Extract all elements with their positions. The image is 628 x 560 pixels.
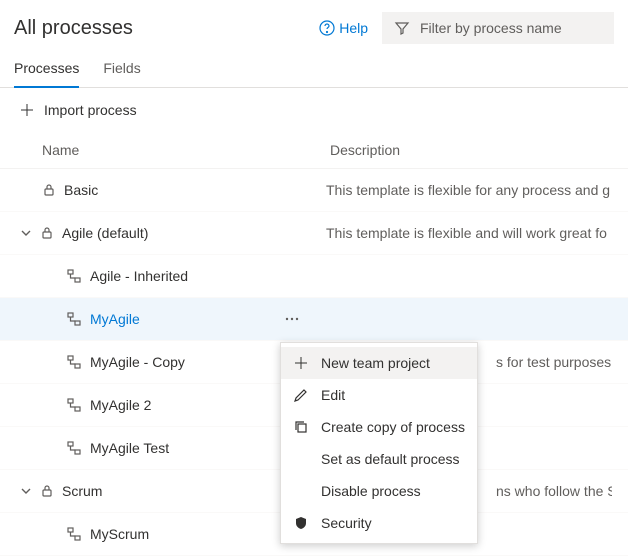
process-name: MyAgile 2 xyxy=(90,397,151,413)
table-header: Name Description xyxy=(0,132,628,169)
menu-new-team-project[interactable]: New team project xyxy=(281,347,477,379)
filter-input[interactable]: Filter by process name xyxy=(382,12,614,44)
plus-icon xyxy=(20,103,34,117)
more-actions-button[interactable] xyxy=(280,307,304,331)
tab-fields[interactable]: Fields xyxy=(103,56,140,87)
context-menu: New team project Edit Create copy of pro… xyxy=(280,342,478,544)
process-name: Scrum xyxy=(62,483,102,499)
plus-icon xyxy=(293,355,309,371)
help-label: Help xyxy=(339,20,368,36)
tabs: Processes Fields xyxy=(0,48,628,88)
inherit-icon xyxy=(66,440,82,456)
import-process-button[interactable]: Import process xyxy=(0,88,628,132)
inherit-icon xyxy=(66,397,82,413)
process-name: Agile (default) xyxy=(62,225,148,241)
menu-label: Security xyxy=(321,515,372,531)
lock-icon xyxy=(42,183,56,197)
process-desc: This template is flexible for any proces… xyxy=(326,182,612,198)
help-link[interactable]: Help xyxy=(319,20,368,36)
menu-security[interactable]: Security xyxy=(281,507,477,539)
menu-label: Edit xyxy=(321,387,345,403)
inherit-icon xyxy=(66,354,82,370)
table-row[interactable]: Basic This template is flexible for any … xyxy=(0,169,628,212)
chevron-down-icon[interactable] xyxy=(20,227,32,239)
process-name: MyScrum xyxy=(90,526,149,542)
process-name: Basic xyxy=(64,182,98,198)
chevron-down-icon[interactable] xyxy=(20,485,32,497)
inherit-icon xyxy=(66,311,82,327)
more-icon xyxy=(285,317,299,321)
page-title: All processes xyxy=(14,17,319,40)
lock-icon xyxy=(40,484,54,498)
col-description: Description xyxy=(330,142,400,158)
process-name[interactable]: MyAgile xyxy=(90,311,140,327)
menu-label: New team project xyxy=(321,355,430,371)
menu-label: Set as default process xyxy=(321,451,460,467)
filter-icon xyxy=(394,20,410,36)
process-name: Agile - Inherited xyxy=(90,268,188,284)
menu-label: Disable process xyxy=(321,483,421,499)
process-desc: This template is flexible and will work … xyxy=(326,225,612,241)
shield-icon xyxy=(293,515,309,531)
blank-icon xyxy=(293,483,309,499)
menu-label: Create copy of process xyxy=(321,419,465,435)
menu-set-default[interactable]: Set as default process xyxy=(281,443,477,475)
table-row[interactable]: Agile (default) This template is flexibl… xyxy=(0,212,628,255)
help-icon xyxy=(319,20,335,36)
blank-icon xyxy=(293,451,309,467)
tab-processes[interactable]: Processes xyxy=(14,56,79,88)
process-name: MyAgile - Copy xyxy=(90,354,185,370)
menu-edit[interactable]: Edit xyxy=(281,379,477,411)
col-name: Name xyxy=(42,142,330,158)
inherit-icon xyxy=(66,268,82,284)
filter-placeholder: Filter by process name xyxy=(420,20,562,36)
process-name: MyAgile Test xyxy=(90,440,169,456)
menu-create-copy[interactable]: Create copy of process xyxy=(281,411,477,443)
import-label: Import process xyxy=(44,102,137,118)
table-row[interactable]: MyAgile xyxy=(0,298,628,341)
lock-icon xyxy=(40,226,54,240)
menu-disable[interactable]: Disable process xyxy=(281,475,477,507)
copy-icon xyxy=(293,419,309,435)
edit-icon xyxy=(293,387,309,403)
table-row[interactable]: Agile - Inherited xyxy=(0,255,628,298)
inherit-icon xyxy=(66,526,82,542)
